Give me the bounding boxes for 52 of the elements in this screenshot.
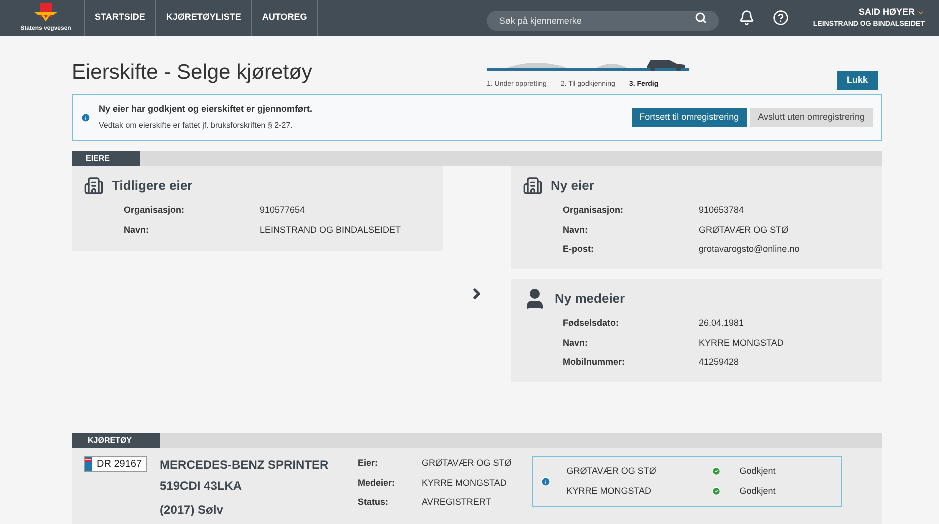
approver-name: KYRRE MONGSTAD	[566, 484, 653, 498]
field-label: Organisasjon:	[563, 204, 625, 217]
field-value: grotavarogsto@online.no	[699, 243, 800, 256]
user-name[interactable]: SAID HØYER	[858, 6, 915, 20]
nav-link[interactable]: STARTSIDE	[84, 0, 156, 36]
field-label: Medeier:	[358, 476, 396, 490]
plate-number: DR 29167	[97, 458, 142, 472]
search-icon[interactable]	[695, 12, 708, 24]
field-value: 910653784	[699, 204, 744, 217]
approval-status: Godkjent	[740, 484, 776, 498]
field-value: LEINSTRAND OG BINDALSEIDET	[260, 224, 402, 236]
section-heading: KJØRETØY	[72, 433, 160, 448]
field-label: Mobilnummer:	[563, 356, 626, 369]
notice-title: Ny eier har godkjent og eierskiftet er gjennomført.	[99, 102, 314, 116]
vehicle-name: MERCEDES-BENZ SPRINTER	[160, 457, 330, 474]
help-icon[interactable]	[773, 10, 790, 26]
logo-icon	[34, 2, 58, 22]
field-label: Navn:	[563, 336, 590, 350]
nav-link[interactable]: AUTOREG	[251, 0, 318, 36]
nav-link[interactable]: KJØRETØYLISTE	[155, 0, 252, 36]
field-label: Navn:	[563, 224, 590, 236]
page-title: Eierskifte - Selge kjøretøy	[72, 60, 314, 86]
field-value: 26.04.1981	[699, 317, 744, 330]
vehicle-year-color: (2017) Sølv	[160, 502, 224, 519]
vehicle-name: 519CDI 43LKA	[160, 478, 244, 495]
approval-status: Godkjent	[740, 465, 776, 478]
notification-icon[interactable]	[739, 10, 756, 26]
field-value: 41259428	[699, 356, 740, 369]
field-label: Fødselsdato:	[563, 317, 620, 330]
field-value: AVREGISTRERT	[422, 496, 492, 509]
approver-name: GRØTAVÆR OG STØ	[566, 465, 658, 478]
owner-title: Tidligere eier	[112, 177, 193, 196]
notice-text: Vedtak om eierskifte er fattet jf. bruksforskriften § 2-27.	[99, 120, 294, 132]
section-heading: EIERE	[72, 151, 140, 166]
field-value: KYRRE MONGSTAD	[699, 336, 784, 350]
field-value: 910577654	[260, 204, 306, 217]
close-button[interactable]: Lukk	[836, 71, 878, 90]
info-icon	[540, 476, 551, 486]
finish-button[interactable]: Avslutt uten omregistrering	[750, 108, 873, 127]
owner-title: Ny eier	[551, 177, 594, 196]
field-label: E-post:	[563, 243, 595, 256]
field-label: Navn:	[124, 224, 150, 236]
field-label: Organisasjon:	[124, 204, 186, 217]
field-label: Eier:	[358, 457, 380, 470]
field-value: GRØTAVÆR OG STØ	[422, 457, 512, 470]
owner-title: Ny medeier	[555, 290, 626, 308]
field-value: GRØTAVÆR OG STØ	[699, 224, 789, 236]
continue-button[interactable]: Fortsett til omregistrering	[632, 108, 748, 127]
search-field[interactable]: Søk på kjennemerke	[487, 11, 720, 31]
field-value: KYRRE MONGSTAD	[422, 476, 507, 490]
field-label: Status:	[358, 496, 390, 509]
info-icon	[81, 112, 91, 122]
